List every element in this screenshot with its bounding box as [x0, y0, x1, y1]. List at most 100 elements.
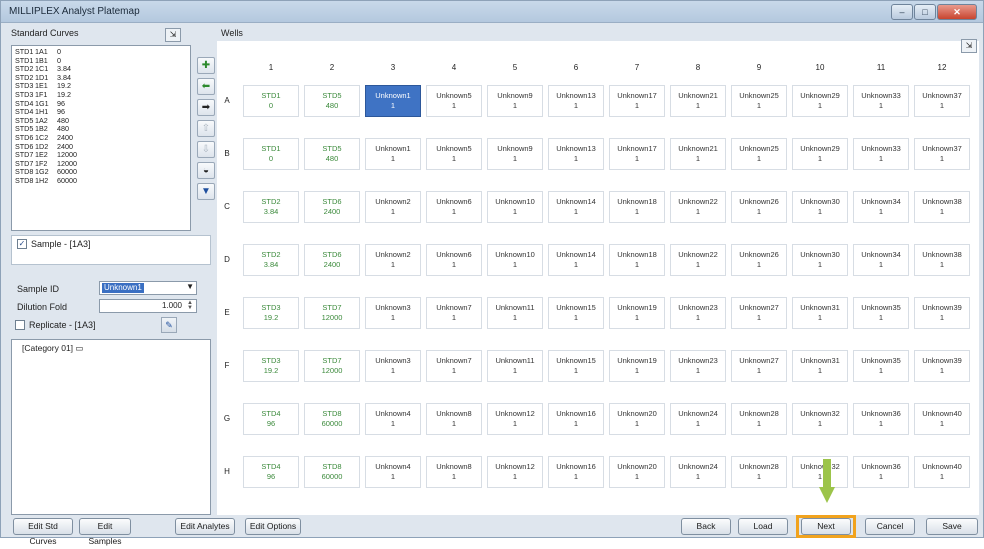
well-cell[interactable]: STD3 19.2 [243, 297, 299, 329]
well-cell[interactable]: STD5 480 [304, 138, 360, 170]
well-cell[interactable]: Unknown32 1 [792, 403, 848, 435]
well-cell[interactable]: Unknown36 1 [853, 403, 909, 435]
eraser-icon[interactable]: ◒ [197, 162, 215, 179]
arrow-right-icon[interactable]: ➡ [197, 99, 215, 116]
well-cell[interactable]: Unknown2 1 [365, 244, 421, 276]
well-cell[interactable]: Unknown40 1 [914, 456, 970, 488]
column-header[interactable]: 6 [548, 63, 604, 72]
well-cell[interactable]: Unknown3 1 [365, 350, 421, 382]
chevron-down-icon[interactable]: ▼ [186, 282, 194, 291]
well-cell[interactable]: Unknown22 1 [670, 244, 726, 276]
well-cell[interactable]: Unknown26 1 [731, 191, 787, 223]
well-cell[interactable]: STD6 2400 [304, 191, 360, 223]
well-cell[interactable]: Unknown24 1 [670, 403, 726, 435]
well-cell[interactable]: Unknown38 1 [914, 191, 970, 223]
well-cell[interactable]: Unknown17 1 [609, 85, 665, 117]
well-cell[interactable]: Unknown16 1 [548, 456, 604, 488]
well-cell[interactable]: Unknown17 1 [609, 138, 665, 170]
well-cell[interactable]: Unknown19 1 [609, 350, 665, 382]
well-cell[interactable]: Unknown13 1 [548, 138, 604, 170]
well-cell[interactable]: STD8 60000 [304, 403, 360, 435]
well-cell[interactable]: STD5 480 [304, 85, 360, 117]
well-cell[interactable]: Unknown40 1 [914, 403, 970, 435]
well-cell[interactable]: STD4 96 [243, 456, 299, 488]
sample-checkbox[interactable]: ✓ [17, 239, 27, 249]
well-cell[interactable]: Unknown39 1 [914, 297, 970, 329]
well-cell[interactable]: Unknown10 1 [487, 244, 543, 276]
standard-curves-list[interactable]: STD1 1A1 0 STD1 1B1 0 STD2 1C1 3.84 STD2 1D1 3.84 ST… [11, 45, 191, 231]
row-header[interactable]: C [217, 202, 237, 211]
well-cell[interactable]: STD2 3.84 [243, 244, 299, 276]
well-cell[interactable]: Unknown37 1 [914, 85, 970, 117]
well-cell[interactable]: STD6 2400 [304, 244, 360, 276]
well-cell[interactable]: Unknown8 1 [426, 403, 482, 435]
category-item[interactable]: [Category 01] [22, 343, 73, 353]
well-cell[interactable]: Unknown9 1 [487, 138, 543, 170]
well-cell[interactable]: Unknown27 1 [731, 350, 787, 382]
back-button[interactable]: Back [681, 518, 731, 535]
add-std-icon[interactable]: ✚ [197, 57, 215, 74]
well-cell[interactable]: Unknown25 1 [731, 85, 787, 117]
well-cell[interactable]: Unknown7 1 [426, 297, 482, 329]
well-cell[interactable]: Unknown14 1 [548, 191, 604, 223]
well-cell[interactable]: Unknown38 1 [914, 244, 970, 276]
edit-options-button[interactable]: Edit Options [245, 518, 301, 535]
row-header[interactable]: G [217, 414, 237, 423]
column-header[interactable]: 1 [243, 63, 299, 72]
well-cell[interactable]: Unknown19 1 [609, 297, 665, 329]
well-cell[interactable]: Unknown15 1 [548, 297, 604, 329]
row-header[interactable]: F [217, 361, 237, 370]
edit-analytes-button[interactable]: Edit Analytes [175, 518, 235, 535]
dilution-fold-input[interactable]: 1.000 ▲ ▼ [99, 299, 197, 313]
well-cell[interactable]: Unknown12 1 [487, 456, 543, 488]
well-cell[interactable]: Unknown1 1 [365, 85, 421, 117]
well-cell[interactable]: Unknown37 1 [914, 138, 970, 170]
row-header[interactable]: E [217, 308, 237, 317]
well-cell[interactable]: Unknown27 1 [731, 297, 787, 329]
well-cell[interactable]: STD4 96 [243, 403, 299, 435]
column-header[interactable]: 12 [914, 63, 970, 72]
column-header[interactable]: 5 [487, 63, 543, 72]
well-cell[interactable]: STD7 12000 [304, 297, 360, 329]
column-header[interactable]: 11 [853, 63, 909, 72]
std-list-item[interactable]: STD8 1H2 60000 [15, 176, 187, 186]
well-cell[interactable]: Unknown18 1 [609, 191, 665, 223]
well-cell[interactable]: Unknown20 1 [609, 456, 665, 488]
well-cell[interactable]: Unknown16 1 [548, 403, 604, 435]
well-cell[interactable]: Unknown7 1 [426, 350, 482, 382]
well-cell[interactable]: Unknown4 1 [365, 456, 421, 488]
well-cell[interactable]: Unknown22 1 [670, 191, 726, 223]
well-cell[interactable]: Unknown30 1 [792, 244, 848, 276]
sample-id-combobox[interactable]: Unknown1 ▼ [99, 281, 197, 295]
well-cell[interactable]: Unknown11 1 [487, 350, 543, 382]
well-cell[interactable]: Unknown4 1 [365, 403, 421, 435]
well-cell[interactable]: Unknown29 1 [792, 85, 848, 117]
expand-icon[interactable]: ⇲ [165, 28, 181, 42]
well-cell[interactable]: Unknown28 1 [731, 403, 787, 435]
replicate-settings-icon[interactable]: ✎ [161, 317, 177, 333]
column-header[interactable]: 7 [609, 63, 665, 72]
well-cell[interactable]: Unknown14 1 [548, 244, 604, 276]
arrow-left-icon[interactable]: ⬅ [197, 78, 215, 95]
well-cell[interactable]: STD3 19.2 [243, 350, 299, 382]
cancel-button[interactable]: Cancel [865, 518, 915, 535]
well-cell[interactable]: Unknown18 1 [609, 244, 665, 276]
row-header[interactable]: B [217, 149, 237, 158]
edit-std-curves-button[interactable]: Edit Std Curves [13, 518, 73, 546]
well-cell[interactable]: Unknown2 1 [365, 191, 421, 223]
well-cell[interactable]: Unknown33 1 [853, 85, 909, 117]
well-cell[interactable]: Unknown23 1 [670, 350, 726, 382]
well-cell[interactable]: Unknown3 1 [365, 297, 421, 329]
maximize-button[interactable]: □ [914, 4, 936, 20]
well-cell[interactable]: Unknown8 1 [426, 456, 482, 488]
well-cell[interactable]: Unknown35 1 [853, 350, 909, 382]
replicate-checkbox[interactable] [15, 320, 25, 330]
well-cell[interactable]: Unknown34 1 [853, 191, 909, 223]
well-cell[interactable]: Unknown15 1 [548, 350, 604, 382]
well-cell[interactable]: Unknown21 1 [670, 85, 726, 117]
well-cell[interactable]: Unknown25 1 [731, 138, 787, 170]
wells-expand-icon[interactable]: ⇲ [961, 39, 977, 53]
well-cell[interactable]: Unknown30 1 [792, 191, 848, 223]
row-header[interactable]: D [217, 255, 237, 264]
row-header[interactable]: A [217, 96, 237, 105]
